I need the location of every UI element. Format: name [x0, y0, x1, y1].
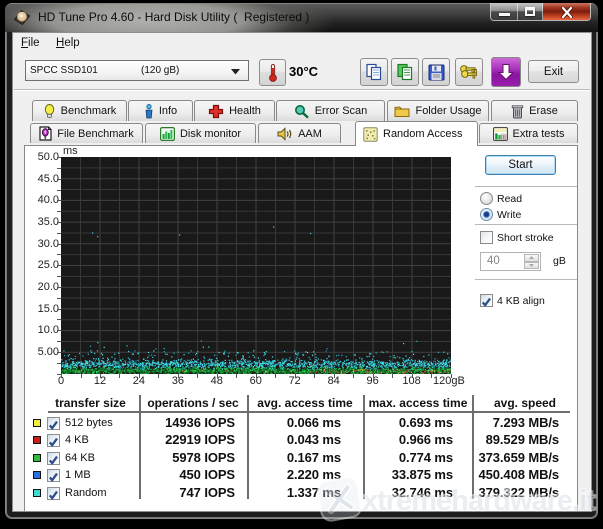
svg-text:xtremehardware.it: xtremehardware.it	[362, 485, 596, 517]
